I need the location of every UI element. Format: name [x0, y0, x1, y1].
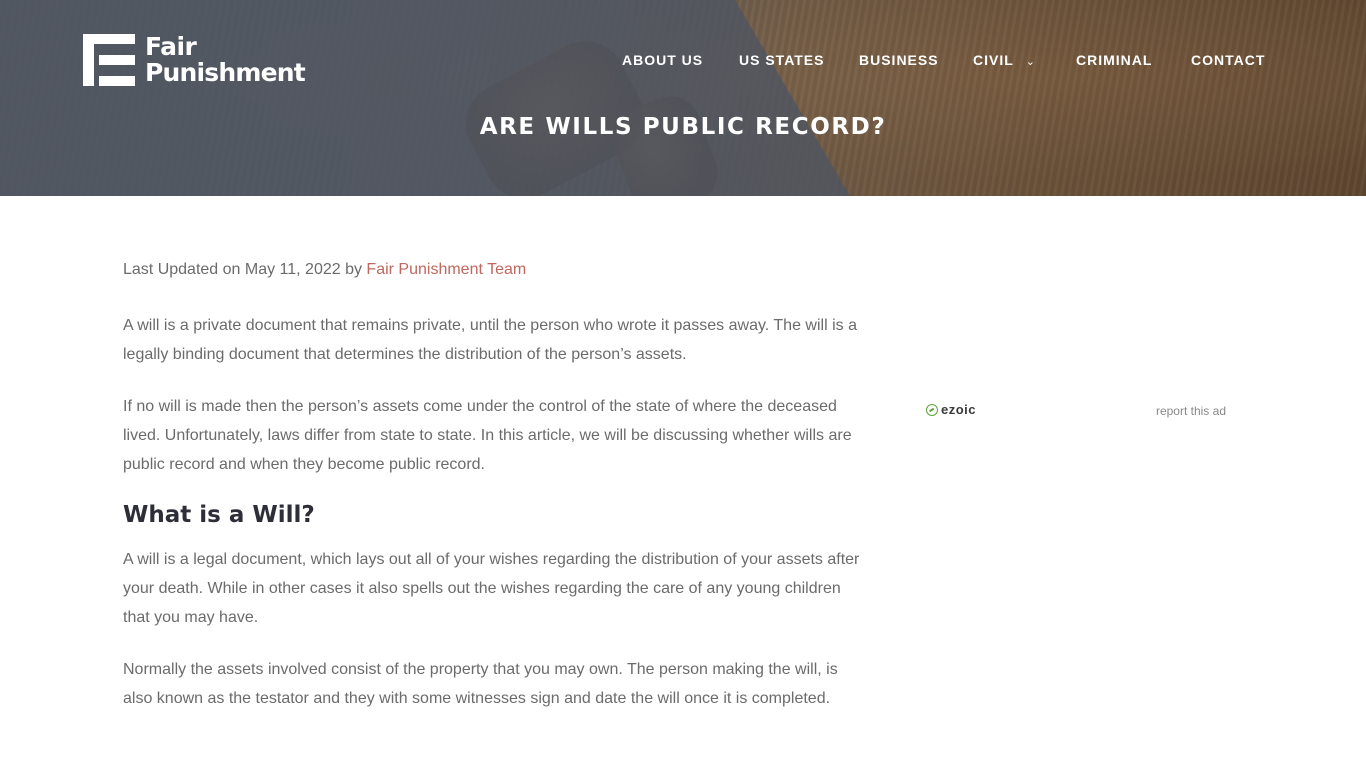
hero-header: Fair Punishment ABOUT US US STATES BUSIN… [0, 0, 1366, 196]
nav-criminal[interactable]: CRIMINAL [1076, 52, 1152, 68]
article-content: Last Updated on May 11, 2022 by Fair Pun… [123, 258, 868, 736]
author-link[interactable]: Fair Punishment Team [366, 261, 526, 278]
main-nav: ABOUT US US STATES BUSINESS CIVIL ⌄ CRIMI… [0, 52, 1366, 72]
nav-contact[interactable]: CONTACT [1191, 52, 1265, 68]
ezoic-brand: ezoic [941, 402, 977, 417]
report-ad-link[interactable]: report this ad [1156, 404, 1226, 418]
nav-us-states[interactable]: US STATES [739, 52, 825, 68]
ezoic-logo[interactable]: ezoic [926, 402, 976, 417]
article-paragraph: A will is a private document that remain… [123, 317, 857, 363]
ad-slot: ezoic report this ad [926, 402, 1226, 422]
nav-civil[interactable]: CIVIL ⌄ [973, 52, 1036, 68]
article-paragraph: Normally the assets involved consist of … [123, 661, 838, 707]
section-heading: What is a Will? [123, 502, 315, 528]
article-paragraph: If no will is made then the person’s ass… [123, 398, 852, 473]
nav-business[interactable]: BUSINESS [859, 52, 939, 68]
ezoic-icon [926, 403, 938, 416]
nav-about-us[interactable]: ABOUT US [622, 52, 703, 68]
nav-civil-label: CIVIL [973, 52, 1014, 68]
article-paragraph: A will is a legal document, which lays o… [123, 551, 860, 626]
meta-date: Last Updated on May 11, 2022 by [123, 261, 367, 278]
article-meta: Last Updated on May 11, 2022 by Fair Pun… [123, 258, 868, 282]
chevron-down-icon: ⌄ [1025, 56, 1036, 68]
page-title: ARE WILLS PUBLIC RECORD? [479, 114, 887, 140]
